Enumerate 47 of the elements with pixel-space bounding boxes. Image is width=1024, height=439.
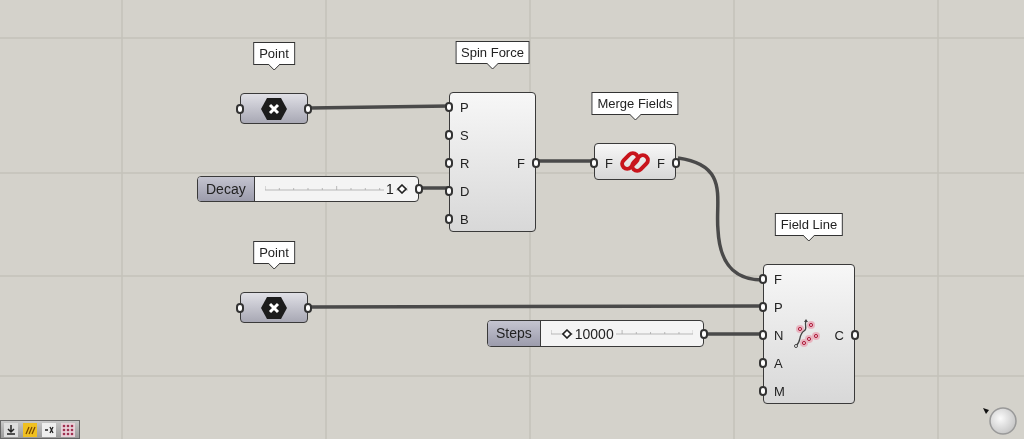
input-port[interactable] bbox=[236, 103, 244, 114]
output-label: C bbox=[834, 328, 844, 342]
point-icon bbox=[260, 96, 288, 121]
output-port[interactable] bbox=[415, 184, 423, 194]
pointer-icon bbox=[486, 63, 499, 70]
input-port[interactable] bbox=[445, 102, 453, 112]
pointer-icon bbox=[803, 235, 815, 242]
input-label: R bbox=[460, 156, 470, 170]
pointer-icon bbox=[268, 263, 280, 270]
wire bbox=[421, 186, 449, 190]
input-port[interactable] bbox=[590, 157, 598, 168]
slider-grip[interactable] bbox=[396, 184, 407, 194]
download-icon[interactable] bbox=[4, 422, 18, 437]
input-port[interactable] bbox=[445, 186, 453, 196]
input-label: D bbox=[460, 184, 470, 198]
input-port[interactable] bbox=[445, 214, 453, 224]
input-label: S bbox=[460, 128, 469, 142]
slider-label: Decay bbox=[198, 177, 255, 201]
input-label: B bbox=[460, 212, 469, 226]
input-label: M bbox=[774, 384, 785, 398]
input-label: A bbox=[774, 356, 783, 370]
output-port[interactable] bbox=[532, 158, 540, 168]
input-port[interactable] bbox=[445, 130, 453, 140]
output-port[interactable] bbox=[851, 330, 859, 340]
input-label: P bbox=[774, 300, 783, 314]
script-icon[interactable] bbox=[42, 422, 56, 437]
output-port[interactable] bbox=[304, 103, 312, 114]
input-port[interactable] bbox=[759, 386, 767, 396]
input-label: F bbox=[605, 156, 613, 169]
sketch-icon[interactable] bbox=[23, 422, 37, 437]
input-port[interactable] bbox=[445, 158, 453, 168]
point-icon bbox=[260, 295, 288, 320]
input-label: N bbox=[774, 328, 784, 342]
input-port[interactable] bbox=[759, 274, 767, 284]
output-port[interactable] bbox=[304, 302, 312, 313]
pointer-icon bbox=[629, 114, 641, 121]
input-port[interactable] bbox=[759, 358, 767, 368]
input-port[interactable] bbox=[236, 302, 244, 313]
input-label: P bbox=[460, 100, 469, 114]
input-port[interactable] bbox=[759, 330, 767, 340]
output-port[interactable] bbox=[672, 157, 680, 168]
output-label: F bbox=[517, 156, 525, 170]
input-label: F bbox=[774, 272, 782, 286]
pattern-icon[interactable] bbox=[61, 422, 75, 437]
input-port[interactable] bbox=[759, 302, 767, 312]
output-label: F bbox=[657, 156, 665, 169]
pointer-icon bbox=[268, 64, 280, 71]
